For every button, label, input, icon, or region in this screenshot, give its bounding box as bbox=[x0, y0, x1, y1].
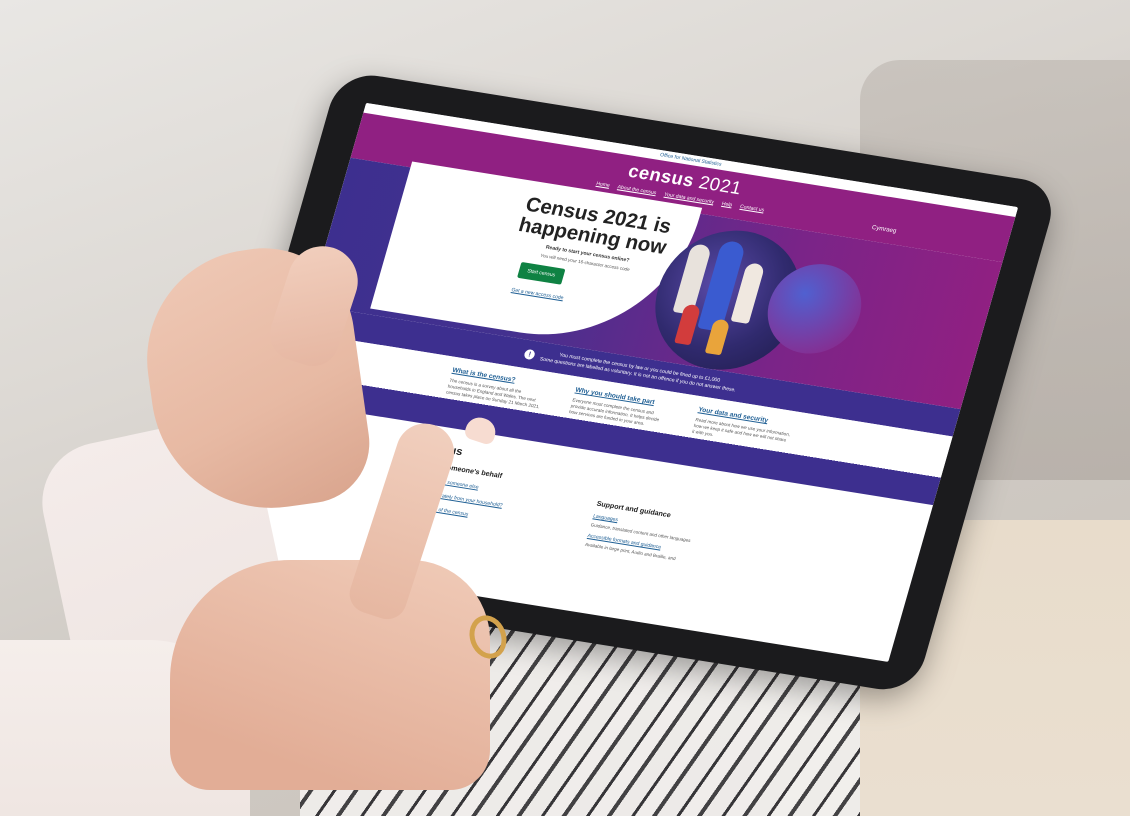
info-icon: ! bbox=[523, 348, 537, 361]
support-section: Support and guidance Languages Guidance,… bbox=[584, 493, 729, 568]
logo-year: 2021 bbox=[696, 172, 745, 199]
access-code-link[interactable]: Get a new access code bbox=[511, 287, 659, 316]
nav-contact[interactable]: Contact us bbox=[739, 204, 765, 214]
nav-home[interactable]: Home bbox=[595, 181, 610, 189]
language-toggle[interactable]: Cymraeg bbox=[871, 225, 897, 235]
hero-title: Census 2021 is happening now bbox=[516, 193, 674, 259]
start-census-button[interactable]: Start census bbox=[517, 261, 566, 285]
nav-help[interactable]: Help bbox=[721, 201, 733, 209]
right-hand bbox=[170, 560, 490, 790]
